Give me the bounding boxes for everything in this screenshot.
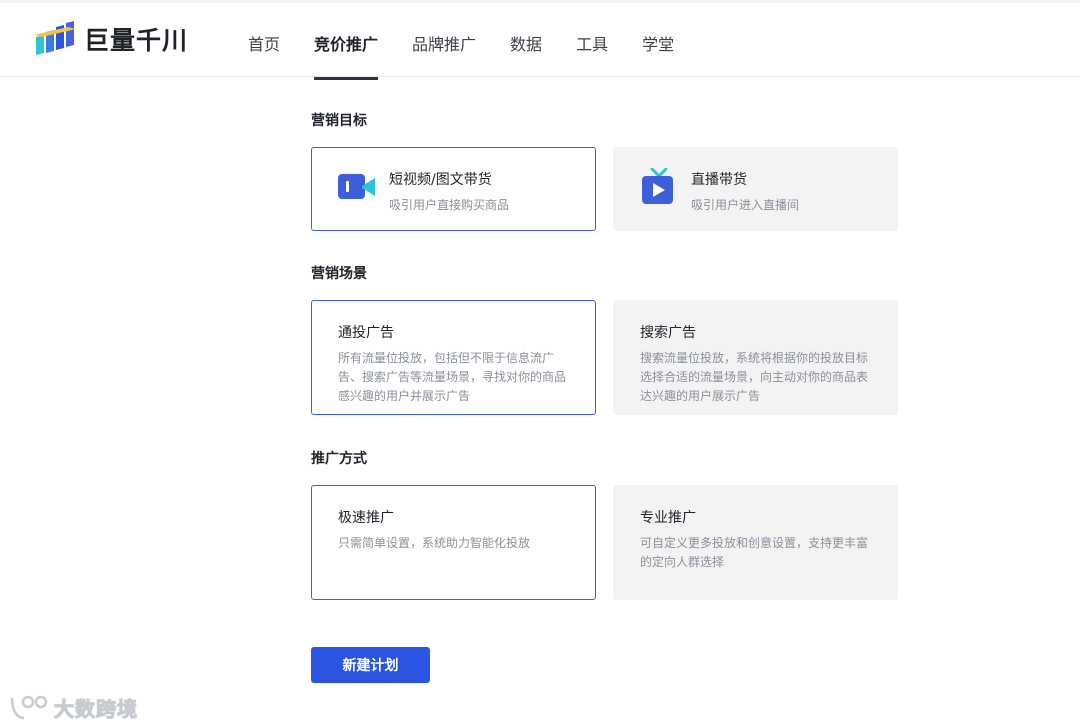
main-nav: 首页 竞价推广 品牌推广 数据 工具 学堂	[248, 3, 708, 80]
nav-item-home[interactable]: 首页	[248, 3, 280, 80]
option-card-pro-promotion[interactable]: 专业推广 可自定义更多投放和创意设置，支持更丰富的定向人群选择	[613, 485, 898, 600]
option-card-general-ads[interactable]: 通投广告 所有流量位投放，包括但不限于信息流广告、搜索广告等流量场景，寻找对你的…	[311, 300, 596, 415]
option-description: 吸引用户直接购买商品	[389, 198, 510, 212]
logo[interactable]: 巨量千川	[34, 17, 188, 61]
option-title: 直播带货	[691, 172, 747, 188]
qianchuan-logo-icon	[34, 21, 76, 55]
section-title-marketing-goal: 营销目标	[311, 113, 367, 129]
nav-item-academy[interactable]: 学堂	[642, 3, 674, 80]
option-title: 专业推广	[640, 510, 696, 526]
option-card-live-stream[interactable]: 直播带货 吸引用户进入直播间	[613, 147, 898, 231]
option-title: 通投广告	[338, 325, 394, 341]
option-card-quick-promotion[interactable]: 极速推广 只需简单设置，系统助力智能化投放	[311, 485, 596, 600]
option-description: 所有流量位投放，包括但不限于信息流广告、搜索广告等流量场景，寻找对你的商品感兴趣…	[338, 351, 567, 403]
option-description: 可自定义更多投放和创意设置，支持更丰富的定向人群选择	[640, 536, 869, 569]
option-title: 搜索广告	[640, 325, 696, 341]
option-description: 吸引用户进入直播间	[691, 198, 800, 212]
nav-item-data[interactable]: 数据	[510, 3, 542, 80]
section-title-promotion-method: 推广方式	[311, 451, 367, 467]
logo-text: 巨量千川	[84, 26, 189, 55]
nav-item-tools[interactable]: 工具	[576, 3, 608, 80]
option-title: 短视频/图文带货	[389, 172, 492, 188]
option-title: 极速推广	[338, 510, 394, 526]
section-title-marketing-scene: 营销场景	[311, 266, 367, 282]
option-card-search-ads[interactable]: 搜索广告 搜索流量位投放，系统将根据你的投放目标选择合适的流量场景，向主动对你的…	[613, 300, 898, 415]
option-card-short-video[interactable]: 短视频/图文带货 吸引用户直接购买商品	[311, 147, 596, 231]
watermark-text: 大数跨境	[54, 696, 138, 721]
video-camera-icon	[338, 168, 376, 206]
nav-item-brand-promotion[interactable]: 品牌推广	[412, 3, 476, 80]
watermark-logo-icon	[10, 695, 48, 720]
live-tv-icon	[640, 167, 678, 206]
watermark: 大数跨境	[8, 690, 138, 724]
option-description: 搜索流量位投放，系统将根据你的投放目标选择合适的流量场景，向主动对你的商品表达兴…	[640, 351, 869, 403]
option-description: 只需简单设置，系统助力智能化投放	[338, 536, 531, 550]
nav-item-bidding-promotion[interactable]: 竞价推广	[314, 3, 379, 80]
top-header: 巨量千川 首页 竞价推广 品牌推广 数据 工具 学堂	[0, 0, 1080, 80]
create-plan-button[interactable]: 新建计划	[311, 647, 430, 683]
